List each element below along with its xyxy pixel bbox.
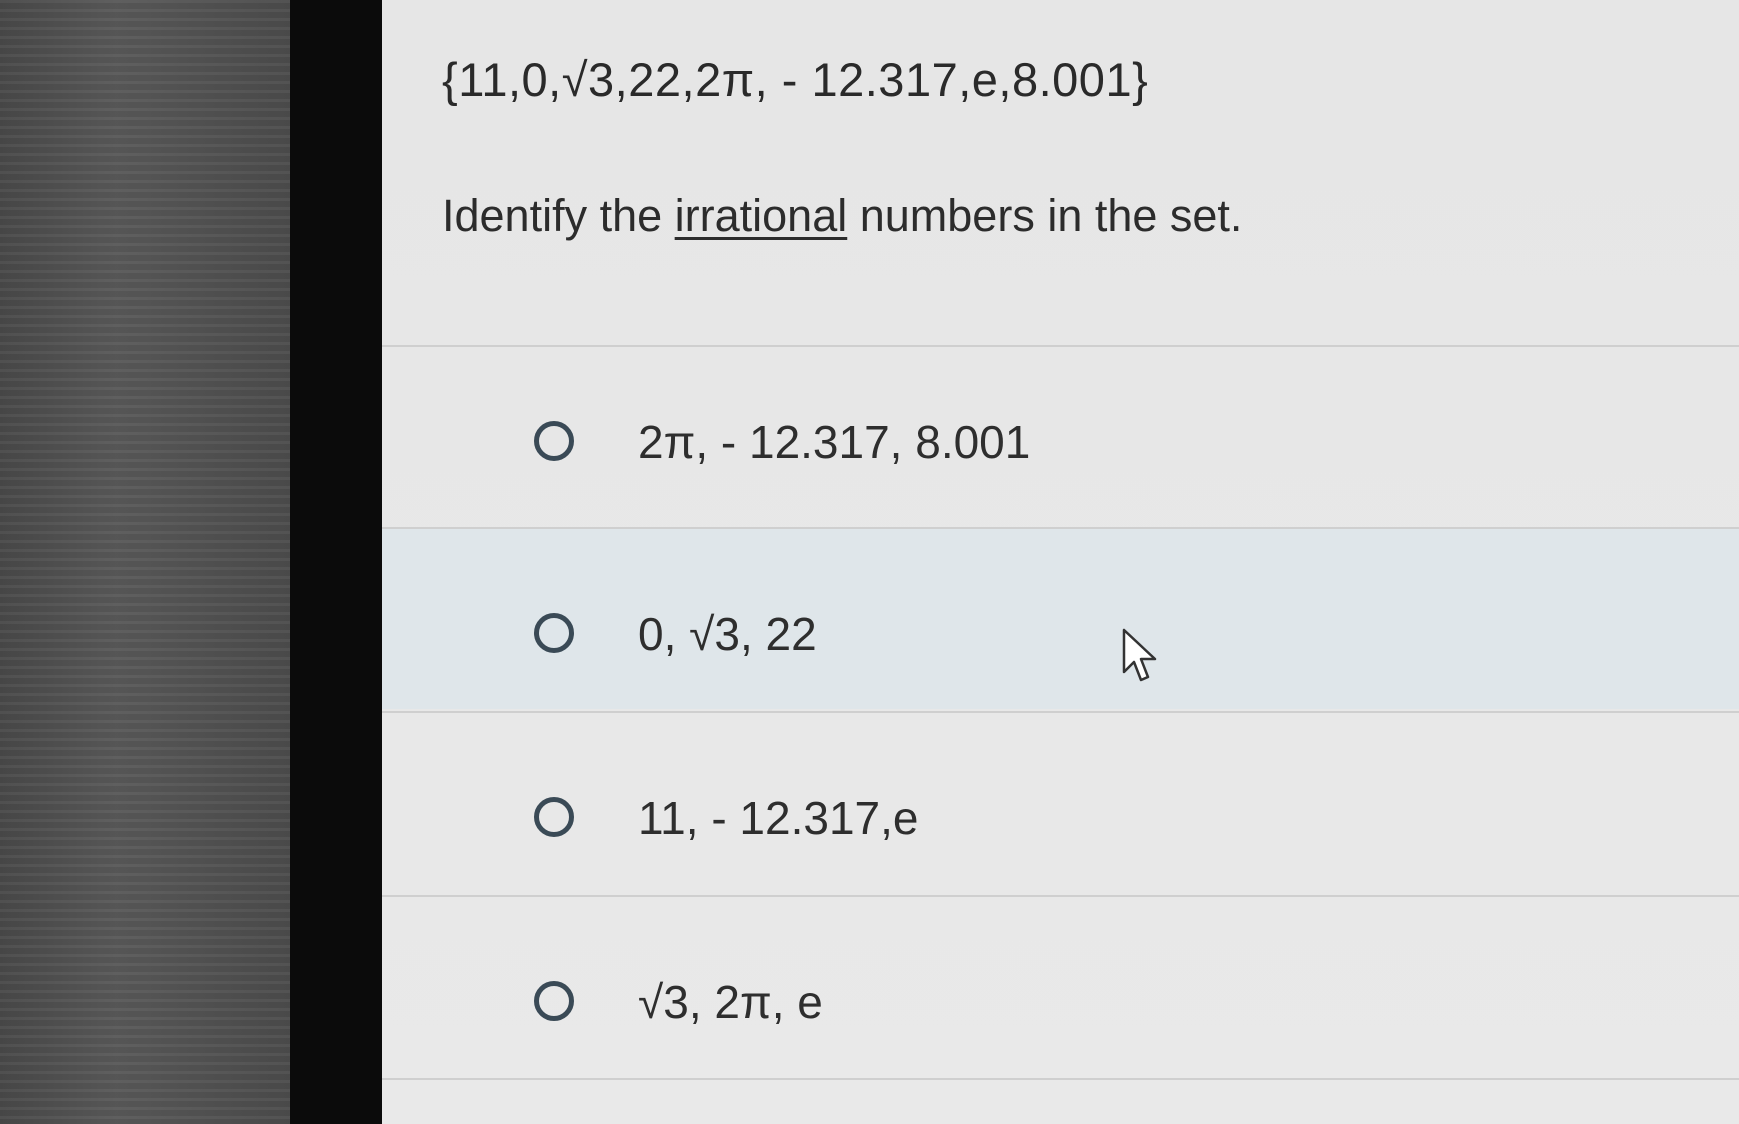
radio-button[interactable] [534, 421, 574, 461]
answer-option-3[interactable]: 11, - 12.317,e [382, 713, 1739, 893]
prompt-text-after: numbers in the set. [847, 190, 1243, 241]
question-prompt: Identify the irrational numbers in the s… [442, 190, 1242, 242]
answer-option-2[interactable]: 0, √3, 22 [382, 529, 1739, 709]
quiz-screen: {11,0,√3,22,2π, - 12.317,e,8.001} Identi… [382, 0, 1739, 1124]
answer-option-4[interactable]: √3, 2π, e [382, 897, 1739, 1077]
answer-option-label: 0, √3, 22 [638, 608, 817, 660]
answer-option-label: 11, - 12.317,e [638, 792, 919, 844]
answer-option-label: 2π, - 12.317, 8.001 [638, 416, 1031, 468]
answer-option-1[interactable]: 2π, - 12.317, 8.001 [382, 347, 1739, 527]
mouse-pointer-icon [1122, 628, 1157, 682]
prompt-text-before: Identify the [442, 190, 675, 241]
prompt-keyword: irrational [674, 190, 848, 241]
radio-button[interactable] [534, 613, 574, 653]
desk-background [0, 0, 290, 1124]
radio-button[interactable] [534, 981, 574, 1021]
monitor-bezel [290, 0, 382, 1124]
radio-button[interactable] [534, 797, 574, 837]
divider [382, 1078, 1739, 1080]
number-set: {11,0,√3,22,2π, - 12.317,e,8.001} [442, 53, 1149, 106]
answer-option-label: √3, 2π, e [638, 976, 823, 1028]
